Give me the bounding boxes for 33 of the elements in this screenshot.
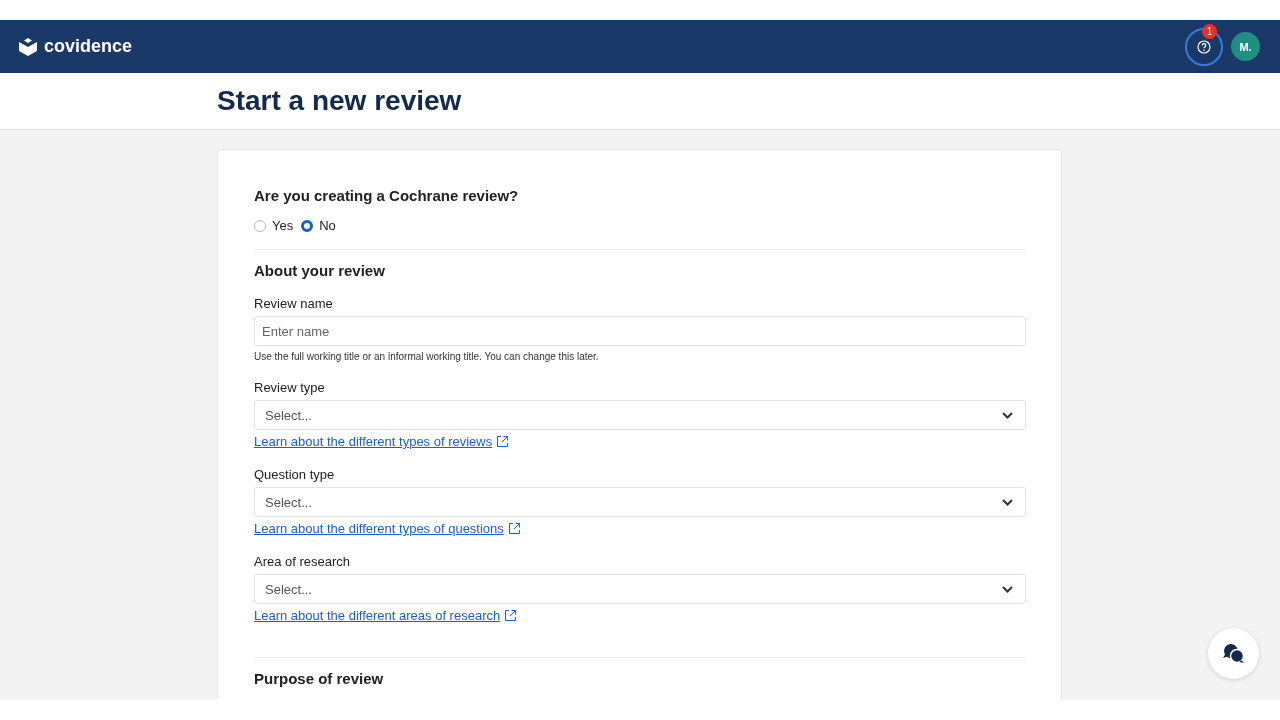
chevron-down-icon (1002, 585, 1013, 593)
section-heading: Purpose of review (254, 670, 385, 688)
user-avatar[interactable]: M. (1231, 32, 1260, 61)
learn-more-link[interactable]: Learn about the different areas of research (254, 608, 501, 623)
logo-text: covidence (44, 36, 133, 57)
select-dropdown[interactable]: Select... (254, 487, 1026, 517)
page-title: Start a new review (217, 85, 462, 117)
section-heading: About your review (254, 262, 386, 280)
learn-more-link[interactable]: Learn about the different types of reviews (254, 434, 493, 449)
field-label: Review type (254, 380, 326, 395)
field-label: Area of research (254, 554, 352, 569)
external-link-icon (496, 435, 510, 448)
help-button[interactable]: 1 (1185, 27, 1223, 66)
field-label: Review name (254, 296, 334, 311)
external-link-icon (507, 522, 521, 535)
select-dropdown[interactable]: Select... (254, 574, 1026, 604)
help-text: Use the full working title or an informal working title. You can change this later. (254, 351, 600, 362)
cochrane-question: Are you creating a Cochrane review? (254, 187, 520, 204)
radio-button[interactable] (254, 219, 266, 232)
select-dropdown[interactable]: Select... (254, 400, 1026, 430)
radio-label: Yes (272, 218, 294, 233)
external-link-icon (504, 609, 518, 622)
radio-label: No (319, 218, 336, 233)
notification-badge: 1 (1202, 23, 1217, 39)
learn-more-link[interactable]: Learn about the different types of questions (254, 521, 504, 536)
review-name-field[interactable]: Enter name (254, 316, 1026, 346)
chat-icon (1221, 642, 1246, 665)
logo-icon (18, 36, 38, 57)
help-icon (1197, 39, 1211, 54)
radio-button[interactable] (301, 219, 314, 232)
chevron-down-icon (1002, 411, 1013, 419)
field-label: Question type (254, 467, 336, 482)
chevron-down-icon (1002, 498, 1013, 506)
